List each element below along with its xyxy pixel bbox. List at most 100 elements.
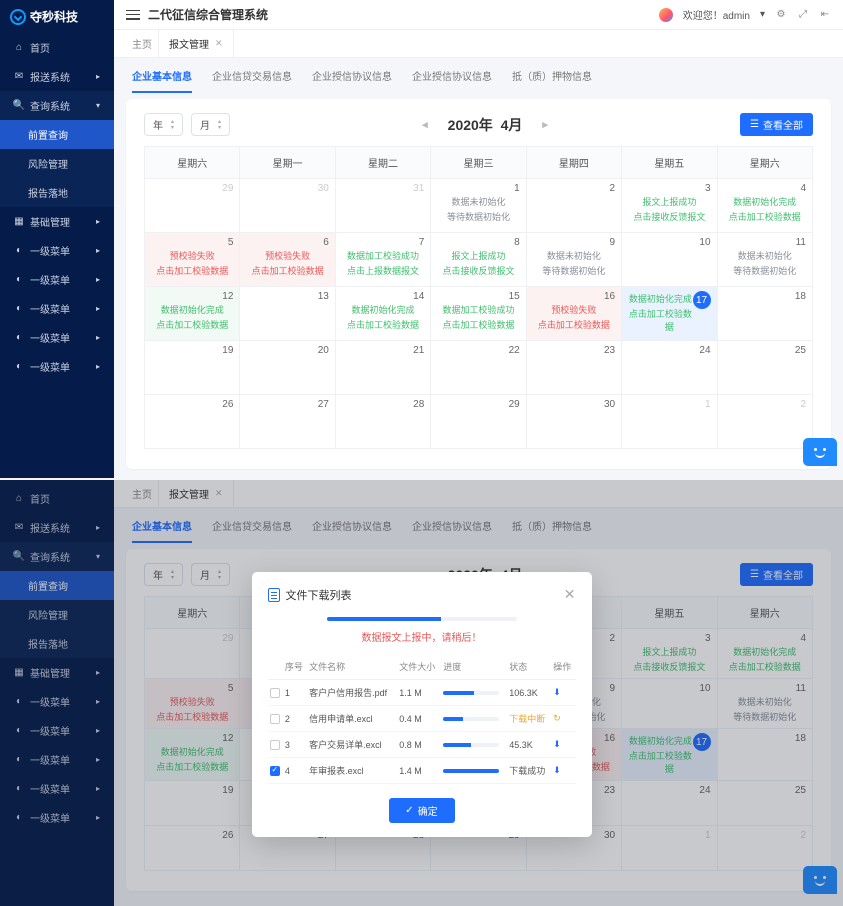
- section-tab[interactable]: 企业授信协议信息: [412, 68, 492, 93]
- prev-month-icon[interactable]: ◂: [422, 118, 428, 131]
- calendar-cell[interactable]: 1: [622, 395, 717, 449]
- ok-button[interactable]: ✓确定: [389, 798, 455, 823]
- sidebar-item-10[interactable]: ◐一级菜单▸: [0, 323, 114, 352]
- day-number: 28: [342, 399, 424, 410]
- section-tab[interactable]: 企业授信协议信息: [312, 68, 392, 93]
- calendar-cell[interactable]: 7数据加工校验成功点击上报数据报文: [335, 233, 430, 287]
- cell-index: 2: [283, 706, 307, 732]
- calendar-cell[interactable]: 19: [145, 341, 240, 395]
- calendar-cell[interactable]: 6预校验失败点击加工校验数据: [240, 233, 335, 287]
- calendar-cell[interactable]: 2: [526, 179, 621, 233]
- calendar-cell[interactable]: 29: [145, 179, 240, 233]
- view-all-button[interactable]: ☰ 查看全部: [740, 113, 813, 136]
- logout-icon[interactable]: ⇤: [819, 9, 831, 21]
- caret-down-icon[interactable]: ▾: [760, 9, 765, 20]
- chatbot-button[interactable]: [803, 438, 837, 466]
- day-number: 21: [342, 345, 424, 356]
- calendar-cell[interactable]: 30: [240, 179, 335, 233]
- calendar-cell[interactable]: 26: [145, 395, 240, 449]
- document-icon: [268, 588, 280, 602]
- list-icon: ☰: [750, 119, 759, 130]
- calendar-cell[interactable]: 9数据未初始化等待数据初始化: [526, 233, 621, 287]
- calendar-cell[interactable]: 11数据未初始化等待数据初始化: [717, 233, 812, 287]
- section-tab[interactable]: 企业基本信息: [132, 68, 192, 93]
- calendar-cell[interactable]: 13: [240, 287, 335, 341]
- calendar-cell[interactable]: 4数据初始化完成点击加工校验数据: [717, 179, 812, 233]
- calendar-cell[interactable]: 18: [717, 287, 812, 341]
- close-icon[interactable]: ✕: [215, 38, 223, 49]
- sidebar-item-0[interactable]: ⌂首页: [0, 33, 114, 62]
- calendar-cell[interactable]: 31: [335, 179, 430, 233]
- sidebar-item-7[interactable]: ◐一级菜单▸: [0, 236, 114, 265]
- col-header: 操作: [551, 654, 575, 680]
- menu-label: 前置查询: [28, 127, 68, 142]
- calendar-cell[interactable]: 12数据初始化完成点击加工校验数据: [145, 287, 240, 341]
- avatar[interactable]: [659, 8, 673, 22]
- calendar-cell[interactable]: 10: [622, 233, 717, 287]
- month-select[interactable]: 月▴▾: [191, 113, 230, 136]
- table-row: 4年审报表.excl1.4 M下载成功⬇: [268, 758, 576, 784]
- cell-status: 下载中断: [507, 706, 551, 732]
- calendar-cell[interactable]: 20: [240, 341, 335, 395]
- download-icon[interactable]: ⬇: [553, 687, 561, 697]
- calendar-cell[interactable]: 2: [717, 395, 812, 449]
- sidebar-item-1[interactable]: ✉报送系统▸: [0, 62, 114, 91]
- checkbox[interactable]: [270, 688, 280, 698]
- download-icon[interactable]: ⬇: [553, 739, 561, 749]
- sidebar-item-5[interactable]: 报告落地: [0, 178, 114, 207]
- calendar-cell[interactable]: 21: [335, 341, 430, 395]
- sidebar-item-6[interactable]: ▦基础管理▸: [0, 207, 114, 236]
- calendar-cell[interactable]: 5预校验失败点击加工校验数据: [145, 233, 240, 287]
- fullscreen-icon[interactable]: ⤢: [797, 9, 809, 21]
- download-icon[interactable]: ⬇: [553, 765, 561, 775]
- calendar-cell[interactable]: 22: [431, 341, 526, 395]
- calendar-cell[interactable]: 23: [526, 341, 621, 395]
- calendar-cell[interactable]: 24: [622, 341, 717, 395]
- tab-open[interactable]: 报文管理 ✕: [158, 30, 234, 57]
- sidebar-item-8[interactable]: ◐一级菜单▸: [0, 265, 114, 294]
- calendar-cell[interactable]: 16预校验失败点击加工校验数据: [526, 287, 621, 341]
- calendar-cell[interactable]: 17数据初始化完成点击加工校验数据: [622, 287, 717, 341]
- checkbox[interactable]: [270, 766, 280, 776]
- day-number: 27: [246, 399, 328, 410]
- retry-icon[interactable]: ↻: [553, 713, 561, 723]
- close-icon[interactable]: ✕: [564, 586, 576, 603]
- sidebar-item-2[interactable]: 🔍查询系统▾: [0, 91, 114, 120]
- event-text: 报文上报成功: [437, 250, 519, 263]
- checkbox[interactable]: [270, 740, 280, 750]
- chevron-icon: ▸: [96, 304, 100, 313]
- calendar-cell[interactable]: 1数据未初始化等待数据初始化: [431, 179, 526, 233]
- day-number: 31: [342, 183, 424, 194]
- event-text: 数据未初始化: [437, 196, 519, 209]
- gear-icon[interactable]: ⚙: [775, 9, 787, 21]
- sidebar-item-4[interactable]: 风险管理: [0, 149, 114, 178]
- calendar-cell[interactable]: 14数据初始化完成点击加工校验数据: [335, 287, 430, 341]
- calendar-cell[interactable]: 27: [240, 395, 335, 449]
- sidebar-item-3[interactable]: 前置查询: [0, 120, 114, 149]
- day-number: 2: [724, 399, 806, 410]
- menu-toggle-icon[interactable]: [126, 10, 140, 20]
- calendar-cell[interactable]: 3报文上报成功点击接收反馈报文: [622, 179, 717, 233]
- next-month-icon[interactable]: ▸: [542, 118, 548, 131]
- calendar-cell[interactable]: 29: [431, 395, 526, 449]
- year-select[interactable]: 年▴▾: [144, 113, 183, 136]
- calendar-cell[interactable]: 15数据加工校验成功点击加工校验数据: [431, 287, 526, 341]
- day-number: 1: [437, 183, 519, 194]
- event-text: 点击加工校验数据: [724, 211, 806, 224]
- event-text: 点击接收反馈报文: [437, 265, 519, 278]
- cell-filename: 客户交易详单.excl: [307, 732, 397, 758]
- day-number: 13: [246, 291, 328, 302]
- event-text: 等待数据初始化: [533, 265, 615, 278]
- calendar-title: ◂ 2020年 4月 ▸: [238, 115, 732, 135]
- calendar-cell[interactable]: 30: [526, 395, 621, 449]
- section-tab[interactable]: 企业信贷交易信息: [212, 68, 292, 93]
- calendar-cell[interactable]: 25: [717, 341, 812, 395]
- calendar-cell[interactable]: 28: [335, 395, 430, 449]
- checkbox[interactable]: [270, 714, 280, 724]
- chevron-icon: ▸: [96, 72, 100, 81]
- sidebar-item-11[interactable]: ◐一级菜单▸: [0, 352, 114, 381]
- breadcrumb[interactable]: 主页: [126, 30, 158, 57]
- section-tab[interactable]: 抵（质）押物信息: [512, 68, 592, 93]
- sidebar-item-9[interactable]: ◐一级菜单▸: [0, 294, 114, 323]
- calendar-cell[interactable]: 8报文上报成功点击接收反馈报文: [431, 233, 526, 287]
